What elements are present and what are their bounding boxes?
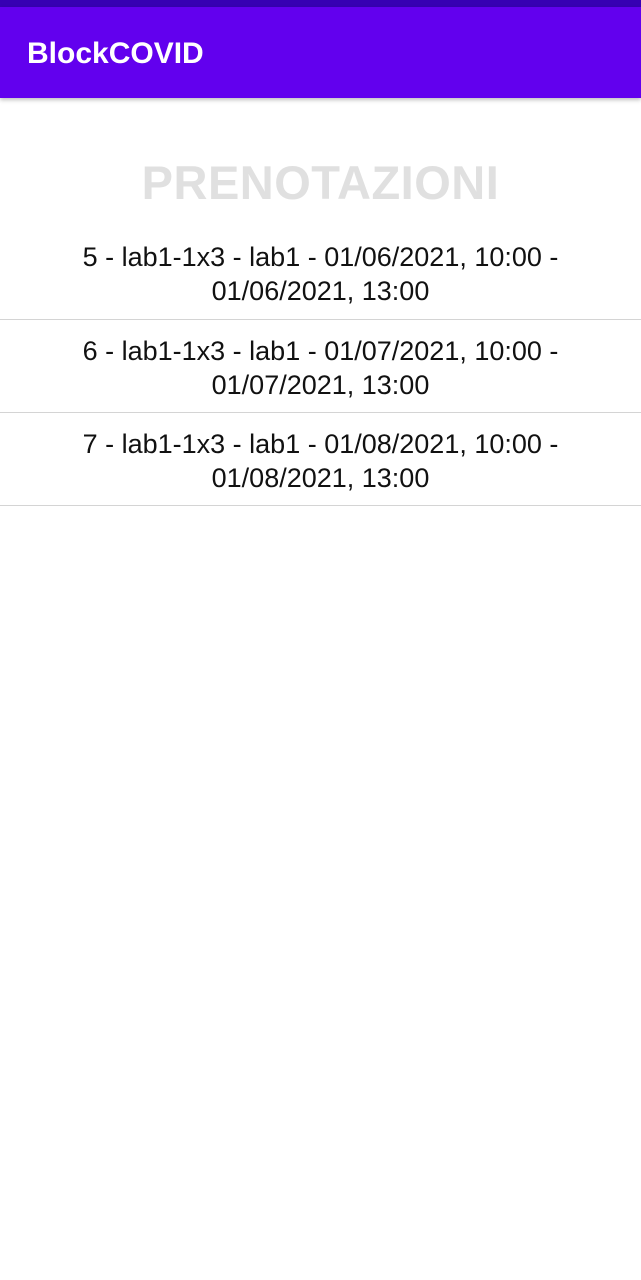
booking-item[interactable]: 7 - lab1-1x3 - lab1 - 01/08/2021, 10:00 … (0, 413, 641, 506)
page-title: PRENOTAZIONI (141, 156, 500, 209)
status-bar (0, 0, 641, 7)
booking-item-line2: 01/08/2021, 13:00 (211, 463, 430, 493)
booking-list: 5 - lab1-1x3 - lab1 - 01/06/2021, 10:00 … (0, 235, 641, 506)
booking-item-line1: 6 - lab1-1x3 - lab1 - 01/07/2021, 10:00 … (82, 336, 559, 366)
main-content: PRENOTAZIONI 5 - lab1-1x3 - lab1 - 01/06… (0, 154, 641, 506)
booking-item[interactable]: 6 - lab1-1x3 - lab1 - 01/07/2021, 10:00 … (0, 320, 641, 413)
booking-item-line1: 7 - lab1-1x3 - lab1 - 01/08/2021, 10:00 … (82, 429, 559, 459)
booking-item-line2: 01/07/2021, 13:00 (211, 370, 430, 400)
booking-item-line2: 01/06/2021, 13:00 (211, 276, 430, 306)
booking-item[interactable]: 5 - lab1-1x3 - lab1 - 01/06/2021, 10:00 … (0, 235, 641, 320)
app-bar: BlockCOVID (0, 7, 641, 98)
app-title: BlockCOVID (27, 37, 204, 70)
booking-item-line1: 5 - lab1-1x3 - lab1 - 01/06/2021, 10:00 … (82, 242, 559, 272)
